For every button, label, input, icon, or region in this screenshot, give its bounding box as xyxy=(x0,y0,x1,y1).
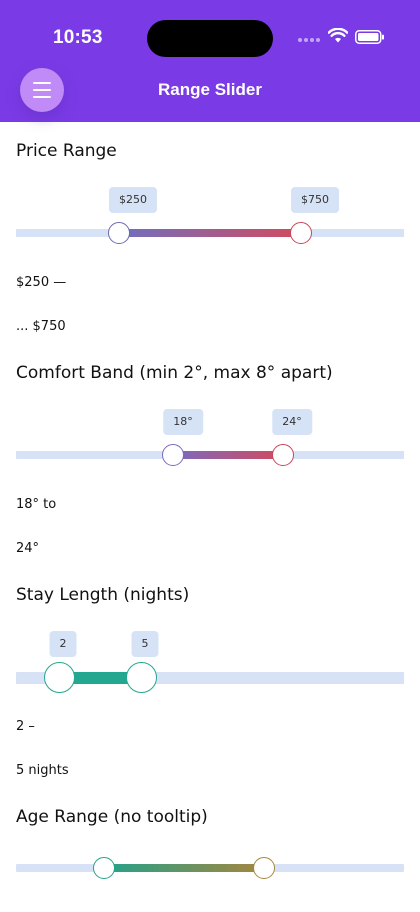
comfort-max-thumb[interactable] xyxy=(272,444,294,466)
status-time: 10:53 xyxy=(53,27,103,48)
price-value-line2: ... $750 xyxy=(16,319,66,334)
stay-min-thumb[interactable] xyxy=(44,662,75,693)
price-range-title: Price Range xyxy=(16,141,117,161)
stay-min-tooltip: 2 xyxy=(49,631,77,657)
stay-length-title: Stay Length (nights) xyxy=(16,585,190,605)
comfort-min-thumb[interactable] xyxy=(162,444,184,466)
cellular-signal-icon xyxy=(298,38,320,42)
comfort-value-line2: 24° xyxy=(16,541,40,556)
age-range-fill xyxy=(104,864,264,872)
dynamic-island xyxy=(147,20,273,57)
price-min-thumb[interactable] xyxy=(108,222,130,244)
comfort-max-tooltip: 24° xyxy=(272,409,312,435)
wifi-icon xyxy=(328,28,348,43)
stay-max-tooltip: 5 xyxy=(131,631,159,657)
app-bar: 10:53 Range Slider xyxy=(0,0,420,122)
price-max-thumb[interactable] xyxy=(290,222,312,244)
age-max-thumb[interactable] xyxy=(253,857,275,879)
price-value-line1: $250 — xyxy=(16,275,67,290)
stay-max-thumb[interactable] xyxy=(126,662,157,693)
comfort-min-tooltip: 18° xyxy=(163,409,203,435)
age-range-title: Age Range (no tooltip) xyxy=(16,807,208,827)
price-min-tooltip: $250 xyxy=(109,187,157,213)
price-max-tooltip: $750 xyxy=(291,187,339,213)
stay-value-line1: 2 – xyxy=(16,719,35,734)
comfort-value-line1: 18° to xyxy=(16,497,57,512)
comfort-band-title: Comfort Band (min 2°, max 8° apart) xyxy=(16,363,333,383)
battery-icon xyxy=(355,30,384,44)
stay-value-line2: 5 nights xyxy=(16,763,69,778)
page-title: Range Slider xyxy=(158,80,262,99)
price-range-fill xyxy=(119,229,301,237)
comfort-band-fill xyxy=(173,451,283,459)
age-min-thumb[interactable] xyxy=(93,857,115,879)
